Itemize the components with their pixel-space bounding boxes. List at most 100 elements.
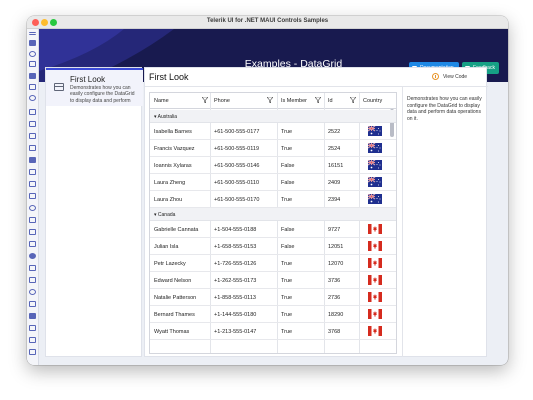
column-header-name[interactable]: Name: [154, 98, 169, 104]
expander-icon[interactable]: [29, 229, 36, 235]
numericinput-icon[interactable]: [29, 277, 36, 283]
canada-flag-icon: [368, 275, 382, 285]
cell-name: Gabrielle Cannata: [154, 227, 199, 233]
cell-id: 2524: [328, 146, 341, 152]
cell-is-member: True: [281, 278, 293, 284]
border-icon[interactable]: [29, 84, 36, 90]
column-header-is-member[interactable]: Is Member: [281, 98, 307, 104]
example-heading: First Look: [149, 72, 189, 82]
picker-icon[interactable]: [29, 301, 36, 307]
tabview-icon[interactable]: [29, 349, 36, 355]
cell-id: 2409: [328, 180, 341, 186]
canada-flag-icon: [368, 292, 382, 302]
table-row[interactable]: Natalie Patterson +1-858-555-0113 True 2736: [150, 289, 396, 306]
window-title: Telerik UI for .NET MAUI Controls Sample…: [206, 18, 329, 24]
table-row[interactable]: Edward Nelson +1-262-555-0173 True 3736: [150, 272, 396, 289]
rating-icon[interactable]: [29, 325, 36, 331]
canada-flag-icon: [368, 258, 382, 268]
cell-phone: +1-262-555-0173: [214, 278, 257, 284]
cell-is-member: True: [281, 312, 293, 318]
combobox-icon[interactable]: [29, 169, 36, 175]
view-code-button[interactable]: View Code: [443, 74, 467, 80]
cell-id: 3768: [328, 329, 341, 335]
column-header-phone[interactable]: Phone: [214, 98, 230, 104]
group-header-canada[interactable]: ▾ Canada: [150, 208, 396, 221]
table-row[interactable]: Wyatt Thomas +1-213-555-0147 True 3768: [150, 323, 396, 340]
autocomplete-icon[interactable]: [29, 61, 36, 67]
cell-is-member: True: [281, 261, 293, 267]
filter-icon[interactable]: [202, 97, 208, 103]
cell-phone: +61-500-555-0119: [214, 146, 260, 152]
column-header-id[interactable]: Id: [328, 98, 333, 104]
map-icon[interactable]: [29, 253, 36, 259]
maskedentry-icon[interactable]: [29, 265, 36, 271]
control-navigation-rail: [27, 29, 39, 365]
filter-icon[interactable]: [267, 97, 273, 103]
group-label: ▾ Canada: [154, 212, 176, 218]
table-row[interactable]: Julian Isla +1-658-555-0153 False 12051: [150, 238, 396, 255]
filter-icon[interactable]: [315, 97, 321, 103]
table-row[interactable]: Laura Zheng +61-500-555-0110 False 2409: [150, 174, 396, 191]
cell-name: Wyatt Thomas: [154, 329, 190, 335]
example-title: First Look: [70, 75, 106, 84]
example-content: First Look View Code Name Phone Is Membe…: [144, 67, 488, 357]
cell-is-member: True: [281, 329, 293, 335]
calendar-icon[interactable]: [29, 121, 36, 127]
table-row[interactable]: Bernard Thames +1-144-555-0180 True 18290: [150, 306, 396, 323]
table-row[interactable]: Petr Lazecky +1-726-555-0126 True 12070: [150, 255, 396, 272]
australia-flag-icon: [368, 143, 382, 153]
cell-phone: +1-658-555-0153: [214, 244, 257, 250]
cell-name: Edward Nelson: [154, 278, 192, 284]
cell-id: 16151: [328, 163, 344, 169]
canada-flag-icon: [368, 241, 382, 251]
entry-icon[interactable]: [29, 217, 36, 223]
home-icon[interactable]: [29, 40, 36, 46]
canada-flag-icon: [368, 224, 382, 234]
popup-icon[interactable]: [29, 313, 36, 319]
slideview-icon[interactable]: [29, 337, 36, 343]
australia-flag-icon: [368, 126, 382, 136]
cell-phone: +1-504-555-0188: [214, 227, 257, 233]
cell-phone: +61-500-555-0146: [214, 163, 260, 169]
cell-phone: +1-144-555-0180: [214, 312, 257, 318]
canada-flag-icon: [368, 309, 382, 319]
cell-id: 12070: [328, 261, 344, 267]
cell-phone: +61-500-555-0110: [214, 180, 260, 186]
example-long-description: Demonstrates how you can easily configur…: [407, 96, 482, 122]
search-icon[interactable]: [29, 51, 36, 57]
australia-flag-icon: [368, 177, 382, 187]
datagrid-icon[interactable]: [29, 157, 36, 163]
barcode-icon[interactable]: [29, 73, 36, 79]
filter-icon[interactable]: [350, 97, 356, 103]
example-description: Demonstrates how you can easily configur…: [70, 85, 135, 104]
dataform-icon[interactable]: [29, 181, 36, 187]
cell-phone: +61-500-555-0177: [214, 129, 260, 135]
data-grid[interactable]: Name Phone Is Member Id Country ▾ Austra…: [149, 92, 397, 354]
cell-id: 9727: [328, 227, 341, 233]
table-row[interactable]: Francis Vazquez +61-500-555-0119 True 2524: [150, 140, 396, 157]
cell-is-member: True: [281, 295, 293, 301]
datapager-icon[interactable]: [29, 193, 36, 199]
group-header-australia[interactable]: ▾ Australia: [150, 110, 396, 123]
cell-name: Petr Lazecky: [154, 261, 186, 267]
cell-is-member: True: [281, 197, 293, 203]
pdfviewer-icon[interactable]: [29, 289, 36, 295]
cell-phone: +1-726-555-0126: [214, 261, 257, 267]
table-row[interactable]: Laura Zhou +61-500-555-0170 True 2394: [150, 191, 396, 208]
table-row[interactable]: Isabella Barnes +61-500-555-0177 True 2522: [150, 123, 396, 140]
table-row[interactable]: Ioannis Xylaras +61-500-555-0146 False 1615…: [150, 157, 396, 174]
gauge-icon[interactable]: [29, 205, 36, 211]
listview-icon[interactable]: [29, 241, 36, 247]
australia-flag-icon: [368, 194, 382, 204]
chart-icon[interactable]: [29, 133, 36, 139]
menu-icon[interactable]: [29, 32, 36, 35]
checkbox-icon[interactable]: [29, 145, 36, 151]
busy-indicator-icon[interactable]: [29, 95, 36, 101]
cell-id: 3736: [328, 278, 341, 284]
cell-name: Laura Zhou: [154, 197, 183, 203]
cell-phone: +61-500-555-0170: [214, 197, 260, 203]
button-icon[interactable]: [29, 109, 36, 115]
table-row[interactable]: Gabrielle Cannata +1-504-555-0188 False 972…: [150, 221, 396, 238]
column-header-country[interactable]: Country: [363, 98, 382, 104]
cell-is-member: True: [281, 129, 293, 135]
